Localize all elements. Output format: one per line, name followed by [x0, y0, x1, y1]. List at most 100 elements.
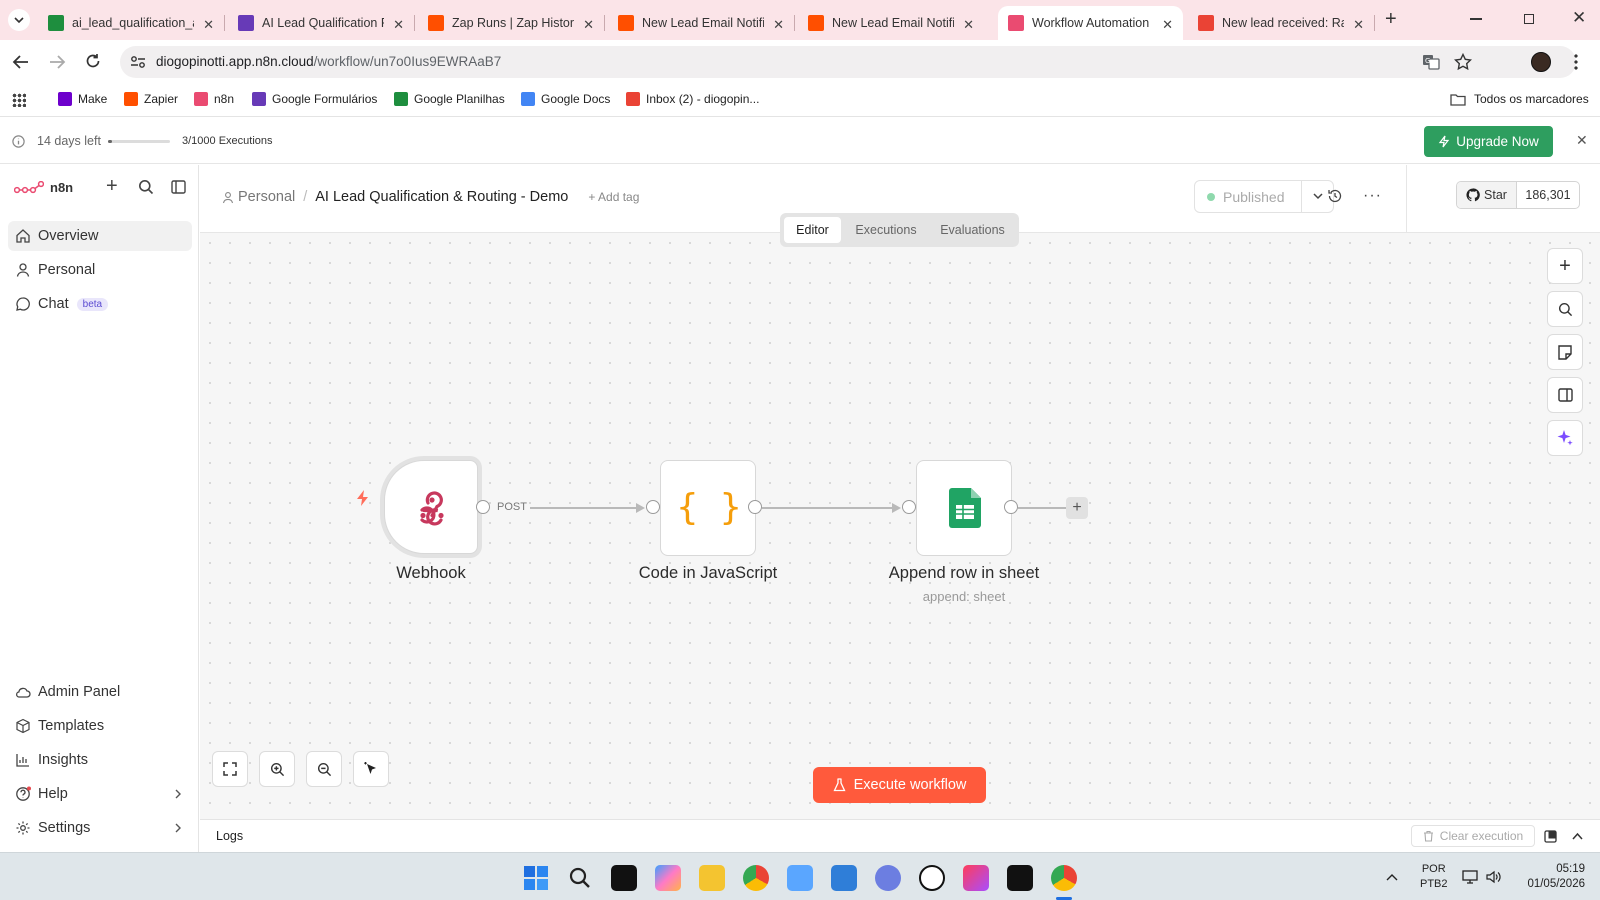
add-node-panel-button[interactable]: +	[1547, 248, 1583, 284]
fit-view-button[interactable]	[212, 751, 248, 787]
sticky-note-button[interactable]	[1547, 334, 1583, 370]
clear-execution-button[interactable]: Clear execution	[1411, 825, 1535, 847]
more-options-icon[interactable]: ···	[1363, 187, 1382, 205]
chevron-up-icon[interactable]	[1572, 832, 1583, 840]
logs-title[interactable]: Logs	[216, 829, 243, 843]
chrome-icon[interactable]	[1051, 865, 1077, 891]
published-status-button[interactable]: Published	[1194, 180, 1302, 213]
sheet-input-port[interactable]	[902, 500, 916, 514]
file-explorer-icon[interactable]	[699, 865, 725, 891]
forward-arrow-icon[interactable]	[48, 53, 66, 71]
sidebar-item-admin-panel[interactable]: Admin Panel	[8, 677, 192, 707]
add-tag-button[interactable]: + Add tag	[588, 190, 639, 204]
workflow-name[interactable]: AI Lead Qualification & Routing - Demo	[315, 189, 568, 205]
back-arrow-icon[interactable]	[12, 53, 30, 71]
bookmark-star-icon[interactable]	[1454, 53, 1472, 71]
connection-webhook-code[interactable]	[530, 507, 639, 509]
volume-icon[interactable]	[1485, 869, 1501, 885]
close-tab-icon[interactable]: ✕	[1162, 17, 1173, 33]
browser-tab[interactable]: New Lead Email Notific ✕	[798, 6, 984, 40]
chatgpt-icon[interactable]	[919, 865, 945, 891]
app-icon[interactable]	[875, 865, 901, 891]
connection-code-sheet[interactable]	[762, 507, 897, 509]
zoom-out-button[interactable]	[306, 751, 342, 787]
create-button[interactable]: +	[106, 175, 118, 198]
translate-icon[interactable]: G	[1422, 54, 1440, 70]
tidy-up-button[interactable]	[353, 751, 389, 787]
bookmark-item[interactable]: Make	[58, 92, 107, 106]
browser-tab[interactable]: ai_lead_qualification_a ✕	[38, 6, 225, 40]
apps-grid-icon[interactable]	[12, 93, 26, 107]
browser-tab[interactable]: Workflow Automation ✕	[998, 6, 1183, 40]
webhook-node[interactable]	[384, 460, 478, 554]
code-node[interactable]: { }	[660, 460, 756, 556]
append-row-node[interactable]	[916, 460, 1012, 556]
network-icon[interactable]	[1462, 870, 1478, 884]
bookmark-item[interactable]: n8n	[194, 92, 234, 106]
workflow-canvas[interactable]: Webhook POST { } Code in JavaScript Appe…	[200, 233, 1600, 819]
chevron-up-icon[interactable]	[1386, 873, 1398, 881]
app-icon[interactable]	[1007, 865, 1033, 891]
add-node-button[interactable]: +	[1066, 497, 1088, 519]
browser-tab[interactable]: AI Lead Qualification F ✕	[228, 6, 415, 40]
sidebar-item-chat[interactable]: Chat beta	[8, 289, 192, 319]
url-text[interactable]: diogopinotti.app.n8n.cloud/workflow/un7o…	[156, 54, 501, 69]
sidebar-item-overview[interactable]: Overview	[8, 221, 192, 251]
search-icon[interactable]	[138, 179, 154, 195]
code-input-port[interactable]	[646, 500, 660, 514]
close-tab-icon[interactable]: ✕	[203, 17, 214, 33]
notepad-icon[interactable]	[831, 865, 857, 891]
webhook-output-port[interactable]	[476, 500, 490, 514]
tab-search-button[interactable]	[8, 9, 30, 31]
url-box[interactable]: diogopinotti.app.n8n.cloud/workflow/un7o…	[120, 46, 1576, 78]
bookmark-item[interactable]: Inbox (2) - diogopin...	[626, 92, 759, 106]
close-tab-icon[interactable]: ✕	[393, 17, 404, 33]
browser-tab[interactable]: New Lead Email Notific ✕	[608, 6, 795, 40]
close-tab-icon[interactable]: ✕	[773, 17, 784, 33]
collapse-sidebar-icon[interactable]	[171, 180, 186, 194]
browser-tab[interactable]: New lead received: Raf ✕	[1188, 6, 1375, 40]
tab-editor[interactable]: Editor	[784, 217, 841, 243]
code-output-port[interactable]	[748, 500, 762, 514]
github-star-button[interactable]: Star 186,301	[1456, 181, 1580, 209]
search-nodes-button[interactable]	[1547, 291, 1583, 327]
history-icon[interactable]	[1327, 188, 1343, 204]
breadcrumb-project[interactable]: Personal	[238, 189, 295, 205]
snipping-tool-icon[interactable]	[787, 865, 813, 891]
zoom-in-button[interactable]	[259, 751, 295, 787]
close-tab-icon[interactable]: ✕	[1353, 17, 1364, 33]
maximize-button[interactable]	[1524, 14, 1534, 24]
tab-executions[interactable]: Executions	[844, 217, 928, 243]
search-icon[interactable]	[569, 867, 591, 889]
chrome-profile-icon[interactable]	[743, 865, 769, 891]
n8n-logo[interactable]: n8n	[14, 180, 73, 195]
creative-cloud-icon[interactable]	[963, 865, 989, 891]
sidebar-item-templates[interactable]: Templates	[8, 711, 192, 741]
bookmark-item[interactable]: Google Planilhas	[394, 92, 505, 106]
windows-start-icon[interactable]	[524, 866, 548, 890]
capcut-icon[interactable]	[611, 865, 637, 891]
profile-avatar[interactable]	[1531, 52, 1551, 72]
bookmark-item[interactable]: Zapier	[124, 92, 178, 106]
sidebar-item-insights[interactable]: Insights	[8, 745, 192, 775]
new-tab-button[interactable]: +	[1385, 8, 1397, 31]
reload-icon[interactable]	[84, 52, 102, 70]
tab-evaluations[interactable]: Evaluations	[930, 217, 1015, 243]
input-language[interactable]: POR PTB2	[1420, 862, 1448, 892]
sidebar-item-help[interactable]: Help	[8, 779, 192, 809]
copilot-icon[interactable]	[655, 865, 681, 891]
bookmark-item[interactable]: Google Docs	[521, 92, 610, 106]
system-clock[interactable]: 05:19 01/05/2026	[1515, 862, 1585, 892]
upgrade-now-button[interactable]: Upgrade Now	[1424, 126, 1553, 157]
toggle-panel-button[interactable]	[1547, 377, 1583, 413]
sidebar-item-personal[interactable]: Personal	[8, 255, 192, 285]
site-settings-icon[interactable]	[130, 55, 146, 69]
close-banner-button[interactable]: ✕	[1576, 132, 1588, 149]
browser-tab[interactable]: Zap Runs | Zap History ✕	[418, 6, 605, 40]
browser-menu-icon[interactable]	[1574, 53, 1578, 71]
ai-assistant-button[interactable]	[1547, 420, 1583, 456]
bookmark-item[interactable]: Google Formulários	[252, 92, 377, 106]
popout-icon[interactable]	[1544, 830, 1557, 843]
sheet-output-port[interactable]	[1004, 500, 1018, 514]
close-tab-icon[interactable]: ✕	[963, 17, 974, 33]
